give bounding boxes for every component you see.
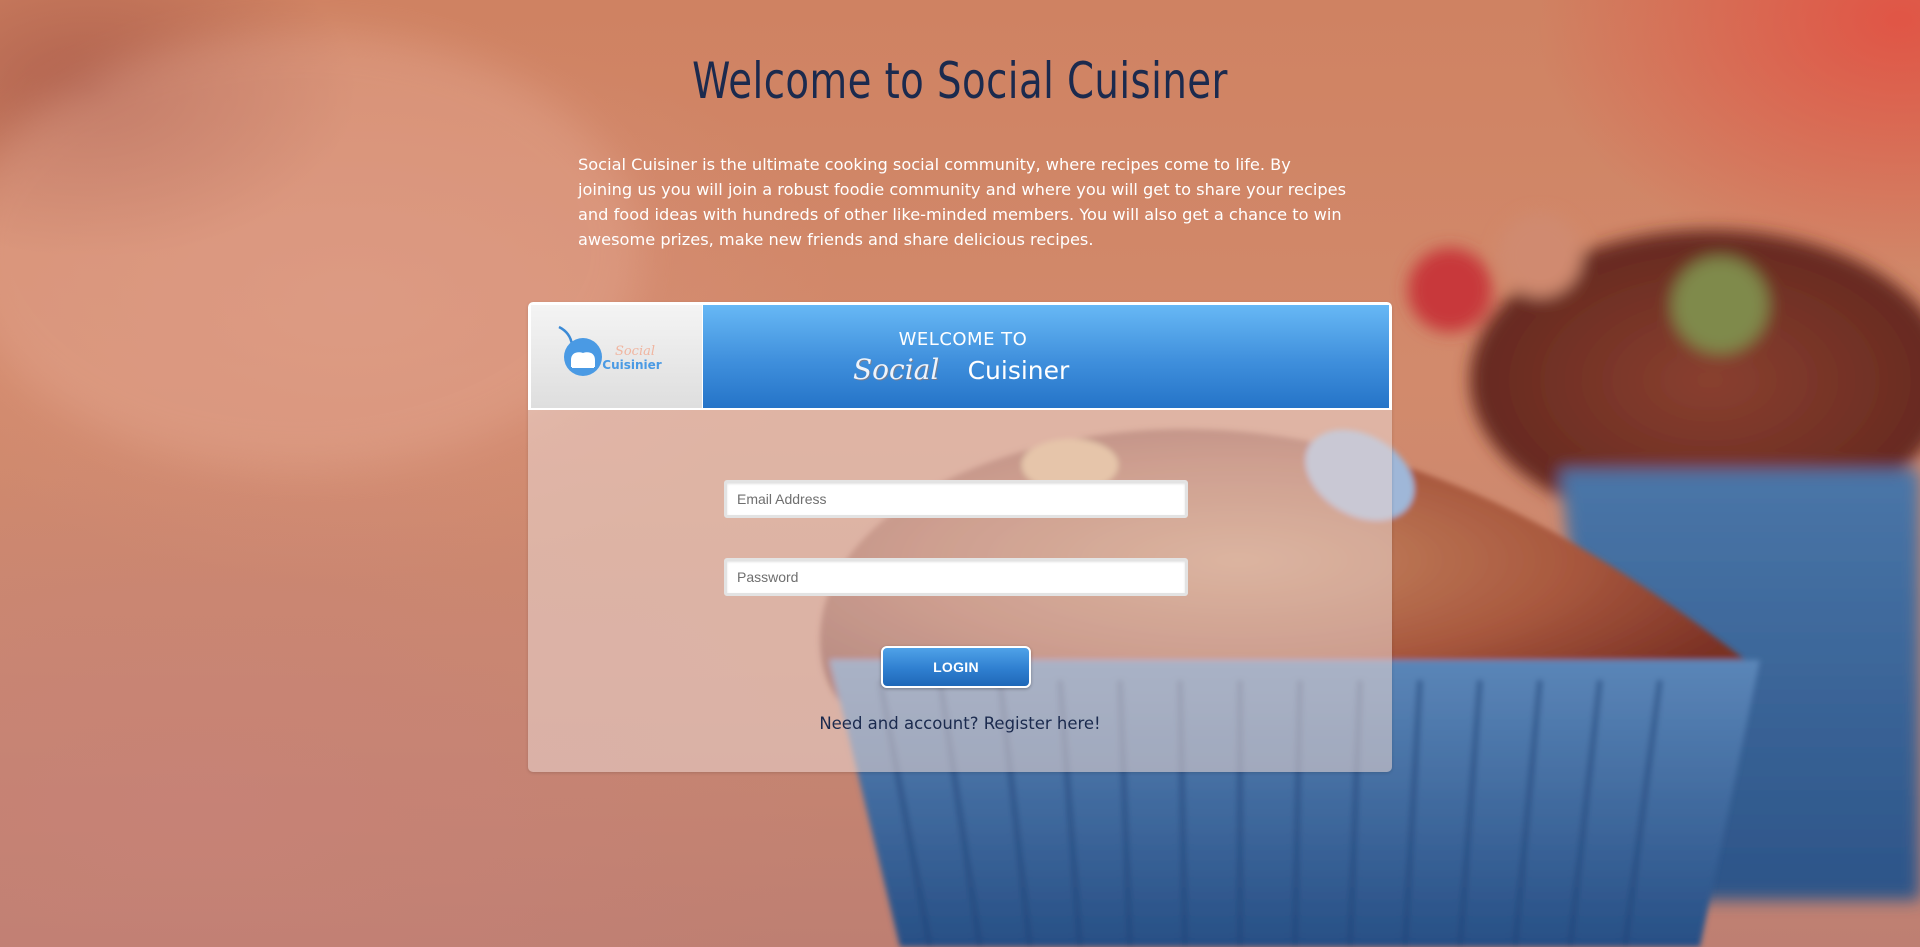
password-field[interactable] [724, 558, 1188, 596]
register-link[interactable]: Need and account? Register here! [528, 714, 1392, 733]
banner-welcome-text: WELCOME TO [898, 329, 1028, 350]
welcome-banner: WELCOME TO Social Cuisiner [703, 305, 1389, 408]
banner-social-text: Social [853, 353, 940, 386]
email-field[interactable] [724, 480, 1188, 518]
banner-brand: Social Cuisiner [853, 353, 1069, 386]
logo: Social Cuisinier [531, 305, 702, 408]
login-button[interactable]: LOGIN [881, 646, 1031, 688]
intro-paragraph: Social Cuisiner is the ultimate cooking … [578, 155, 1347, 249]
login-page: Welcome to Social Cuisiner Social Cuisin… [0, 0, 1920, 947]
logo-line-1: Social [615, 344, 655, 359]
card-header: Social Cuisinier WELCOME TO Social Cuisi… [528, 302, 1392, 410]
page-title: Welcome to Social Cuisiner [692, 52, 1228, 110]
banner-cuisiner-text: Cuisiner [967, 356, 1070, 385]
logo-line-2: Cuisinier [602, 358, 662, 372]
login-card: Social Cuisinier WELCOME TO Social Cuisi… [528, 302, 1392, 772]
social-cuisinier-logo-icon: Social Cuisinier [558, 325, 662, 376]
